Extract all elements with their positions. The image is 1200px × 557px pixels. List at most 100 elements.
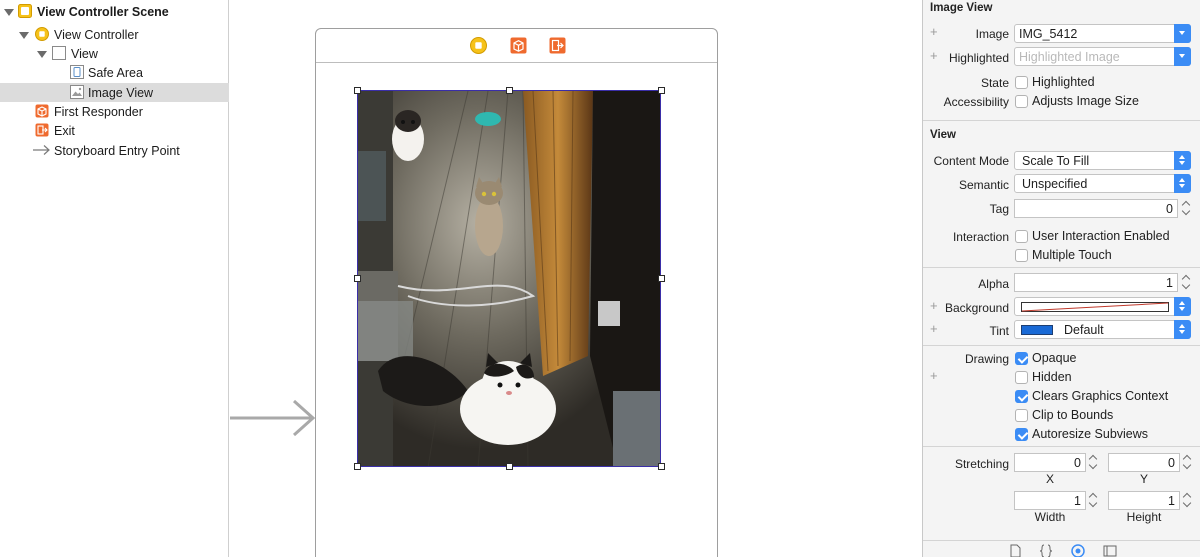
resize-handle[interactable]	[354, 87, 361, 94]
tint-color-picker[interactable]: Default	[1014, 320, 1191, 339]
scene-icon	[18, 4, 32, 18]
content-mode-value: Scale To Fill	[1022, 154, 1090, 168]
state-label: State	[980, 76, 1009, 90]
outline-item-entry-point[interactable]: Storyboard Entry Point	[0, 141, 229, 160]
image-view[interactable]	[357, 90, 661, 467]
view-icon	[52, 46, 66, 60]
resize-handle[interactable]	[506, 463, 513, 470]
outline-item-safe-area[interactable]: Safe Area	[0, 63, 229, 82]
section-divider	[923, 345, 1200, 346]
stretching-label: Stretching	[954, 457, 1009, 471]
resize-handle[interactable]	[354, 463, 361, 470]
cats-photo	[358, 91, 660, 466]
updown-chevron-icon[interactable]	[1174, 297, 1191, 316]
entry-arrow-icon	[33, 145, 50, 155]
alpha-stepper-icon[interactable]	[1181, 273, 1192, 292]
tag-stepper-icon[interactable]	[1181, 199, 1192, 218]
updown-chevron-icon[interactable]	[1174, 174, 1191, 193]
disclosure-triangle-icon[interactable]	[19, 32, 29, 39]
section-title-image-view: Image View	[930, 2, 993, 14]
file-inspector-icon[interactable]	[1008, 544, 1022, 557]
clip-to-bounds-checkbox[interactable]	[1015, 409, 1028, 422]
stretch-x-stepper-icon[interactable]	[1088, 453, 1099, 472]
updown-chevron-icon[interactable]	[1174, 320, 1191, 339]
resize-handle[interactable]	[658, 87, 665, 94]
resize-handle[interactable]	[658, 275, 665, 282]
updown-chevron-icon[interactable]	[1174, 151, 1191, 170]
attributes-inspector: Image View + Image IMG_5412 + Highlighte…	[922, 0, 1200, 557]
x-label: X	[1045, 472, 1054, 486]
background-color-picker[interactable]	[1014, 297, 1191, 316]
image-label: Image	[975, 27, 1009, 41]
disclosure-triangle-icon[interactable]	[37, 51, 47, 58]
multiple-touch-checkbox[interactable]	[1015, 249, 1028, 262]
image-combo[interactable]: IMG_5412	[1014, 24, 1191, 43]
size-inspector-icon[interactable]	[1103, 544, 1117, 557]
image-view-icon	[70, 85, 84, 99]
exit-icon[interactable]	[549, 37, 566, 54]
section-divider	[923, 267, 1200, 268]
tint-label: Tint	[989, 324, 1009, 338]
tint-value: Default	[1064, 323, 1104, 337]
user-interaction-checkbox[interactable]	[1015, 230, 1028, 243]
autoresize-subviews-checkbox[interactable]	[1015, 428, 1028, 441]
semantic-select[interactable]: Unspecified	[1014, 174, 1191, 193]
storyboard-canvas[interactable]	[230, 0, 922, 557]
resize-handle[interactable]	[658, 463, 665, 470]
section-divider	[923, 120, 1200, 121]
outline-item-first-responder[interactable]: First Responder	[0, 102, 229, 121]
stretch-y-stepper-icon[interactable]	[1182, 453, 1193, 472]
chevron-down-icon[interactable]	[1174, 24, 1191, 43]
content-mode-select[interactable]: Scale To Fill	[1014, 151, 1191, 170]
highlighted-checkbox-label: Highlighted	[1032, 75, 1095, 89]
adjusts-image-size-checkbox[interactable]	[1015, 95, 1028, 108]
outline-item-view[interactable]: View	[0, 44, 229, 63]
outline-item-label: View Controller	[54, 28, 139, 42]
scene-dock	[316, 29, 717, 63]
outline-item-label: Storyboard Entry Point	[54, 144, 180, 158]
alpha-label: Alpha	[978, 277, 1009, 291]
outline-item-scene[interactable]: View Controller Scene	[0, 2, 229, 21]
highlighted-checkbox[interactable]	[1015, 76, 1028, 89]
semantic-value: Unspecified	[1022, 177, 1088, 191]
first-responder-icon[interactable]	[510, 37, 527, 54]
storyboard-entry-arrow-icon[interactable]	[230, 398, 316, 438]
stretch-y-field[interactable]: 0	[1108, 453, 1180, 472]
clears-graphics-context-checkbox[interactable]	[1015, 390, 1028, 403]
multiple-touch-label: Multiple Touch	[1032, 248, 1112, 262]
alpha-value: 1	[1166, 276, 1173, 290]
opaque-checkbox[interactable]	[1015, 352, 1028, 365]
document-outline: View Controller Scene View Controller Vi…	[0, 0, 229, 557]
clears-graphics-context-label: Clears Graphics Context	[1032, 389, 1169, 403]
outline-item-exit[interactable]: Exit	[0, 121, 229, 140]
alpha-field[interactable]: 1	[1014, 273, 1178, 292]
quick-help-icon[interactable]	[1039, 544, 1053, 557]
first-responder-icon	[35, 104, 49, 118]
attributes-inspector-icon[interactable]	[1071, 544, 1085, 557]
view-controller-icon[interactable]	[470, 37, 487, 54]
section-title-view: View	[930, 129, 956, 141]
chevron-down-icon[interactable]	[1174, 47, 1191, 66]
stretch-x-value: 0	[1074, 456, 1081, 470]
add-variation-icon[interactable]: +	[930, 368, 938, 383]
stretch-width-field[interactable]: 1	[1014, 491, 1086, 510]
inspector-tab-bar	[923, 540, 1200, 557]
outline-item-label: First Responder	[54, 105, 143, 119]
outline-item-label: View	[71, 47, 98, 61]
hidden-checkbox[interactable]	[1015, 371, 1028, 384]
resize-handle[interactable]	[506, 87, 513, 94]
stretch-height-stepper-icon[interactable]	[1182, 491, 1193, 510]
section-divider	[923, 446, 1200, 447]
outline-item-view-controller[interactable]: View Controller	[0, 25, 229, 44]
outline-item-image-view[interactable]: Image View	[0, 83, 229, 102]
width-label: Width	[1034, 510, 1066, 524]
tag-value: 0	[1166, 202, 1173, 216]
stretch-height-field[interactable]: 1	[1108, 491, 1180, 510]
tag-field[interactable]: 0	[1014, 199, 1178, 218]
highlighted-image-combo[interactable]: Highlighted Image	[1014, 47, 1191, 66]
disclosure-triangle-icon[interactable]	[4, 9, 14, 16]
stretch-width-stepper-icon[interactable]	[1088, 491, 1099, 510]
resize-handle[interactable]	[354, 275, 361, 282]
stretch-x-field[interactable]: 0	[1014, 453, 1086, 472]
hidden-label: Hidden	[1032, 370, 1072, 384]
